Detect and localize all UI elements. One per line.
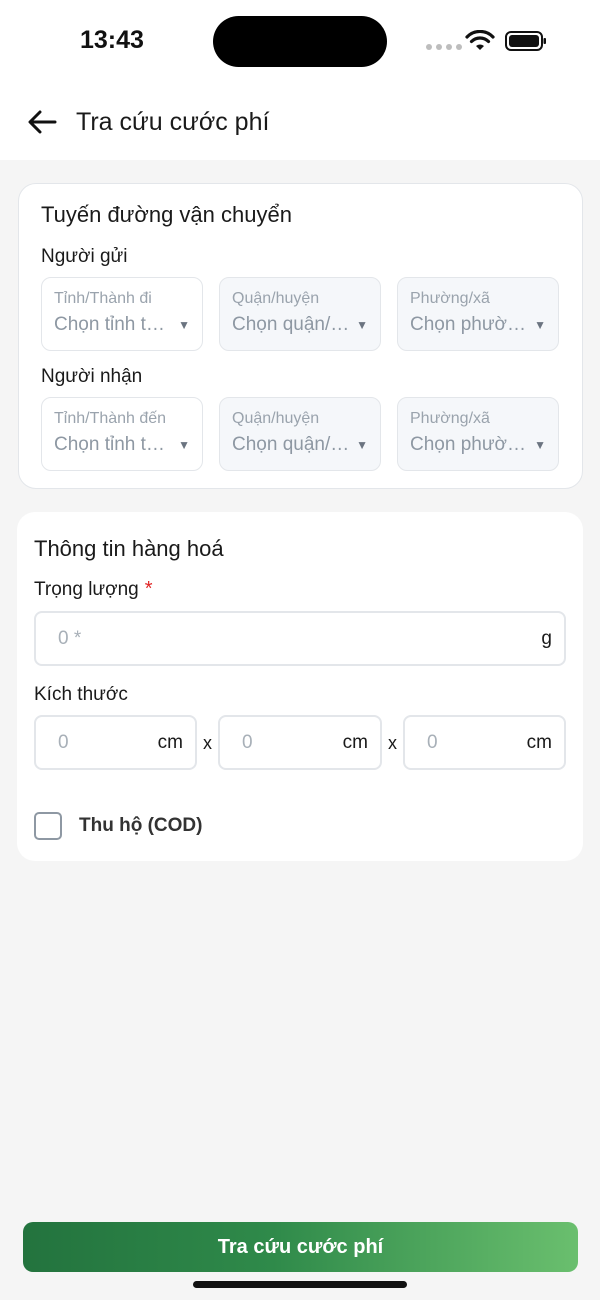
select-value: Chọn tỉnh thành <box>54 314 172 335</box>
required-mark: * <box>144 578 153 600</box>
length-input[interactable] <box>58 731 152 754</box>
receiver-province-select[interactable]: Tỉnh/Thành đến Chọn tỉnh thành ▼ <box>41 397 203 471</box>
goods-title: Thông tin hàng hoá <box>34 536 224 561</box>
size-separator: x <box>388 733 397 753</box>
receiver-district-select[interactable]: Quận/huyện Chọn quận/huyện ▼ <box>219 397 381 471</box>
select-label: Tỉnh/Thành đi <box>54 290 152 307</box>
length-unit: cm <box>157 731 183 753</box>
submit-button[interactable]: Tra cứu cước phí <box>23 1222 578 1272</box>
caret-down-icon: ▼ <box>356 438 368 452</box>
cod-checkbox[interactable] <box>34 812 62 840</box>
nav-bar: Tra cứu cước phí <box>0 82 600 160</box>
sender-label: Người gửi <box>41 246 128 267</box>
select-value: Chọn phường/xã <box>410 434 529 455</box>
caret-down-icon: ▼ <box>534 438 546 452</box>
sender-ward-select[interactable]: Phường/xã Chọn phường/xã ▼ <box>397 277 559 351</box>
status-time: 13:43 <box>80 26 144 54</box>
height-field: cm <box>403 715 566 770</box>
weight-field: g <box>34 611 566 666</box>
weight-input[interactable] <box>58 627 536 650</box>
status-bar: 13:43 <box>0 0 600 82</box>
battery-icon <box>505 31 546 51</box>
dynamic-island <box>213 16 387 67</box>
page-title: Tra cứu cước phí <box>76 108 270 136</box>
cellular-signal-icon <box>426 44 462 50</box>
caret-down-icon: ▼ <box>178 318 190 332</box>
length-field: cm <box>34 715 197 770</box>
receiver-ward-select[interactable]: Phường/xã Chọn phường/xã ▼ <box>397 397 559 471</box>
select-label: Quận/huyện <box>232 290 320 307</box>
select-label: Phường/xã <box>410 290 490 307</box>
select-value: Chọn quận/huyện <box>232 314 351 335</box>
caret-down-icon: ▼ <box>356 318 368 332</box>
wifi-icon <box>465 30 495 50</box>
weight-label-text: Trọng lượng <box>34 579 139 600</box>
height-input[interactable] <box>427 731 521 754</box>
width-field: cm <box>218 715 382 770</box>
select-value: Chọn phường/xã <box>410 314 529 335</box>
cod-label: Thu hộ (COD) <box>79 815 203 836</box>
sender-district-select[interactable]: Quận/huyện Chọn quận/huyện ▼ <box>219 277 381 351</box>
home-indicator <box>193 1281 407 1288</box>
size-separator: x <box>203 733 212 753</box>
sender-province-select[interactable]: Tỉnh/Thành đi Chọn tỉnh thành ▼ <box>41 277 203 351</box>
select-label: Quận/huyện <box>232 410 320 427</box>
caret-down-icon: ▼ <box>534 318 546 332</box>
width-unit: cm <box>342 731 368 753</box>
height-unit: cm <box>526 731 552 753</box>
caret-down-icon: ▼ <box>178 438 190 452</box>
select-label: Phường/xã <box>410 410 490 427</box>
select-label: Tỉnh/Thành đến <box>54 410 167 427</box>
receiver-label: Người nhận <box>41 366 143 387</box>
arrow-left-icon <box>28 110 57 134</box>
weight-unit: g <box>541 627 552 649</box>
size-label: Kích thước <box>34 684 128 705</box>
route-title: Tuyến đường vận chuyển <box>41 202 292 227</box>
back-button[interactable] <box>22 102 62 142</box>
width-input[interactable] <box>242 731 337 754</box>
weight-label: Trọng lượng * <box>34 578 153 601</box>
select-value: Chọn tỉnh thành <box>54 434 172 455</box>
select-value: Chọn quận/huyện <box>232 434 351 455</box>
